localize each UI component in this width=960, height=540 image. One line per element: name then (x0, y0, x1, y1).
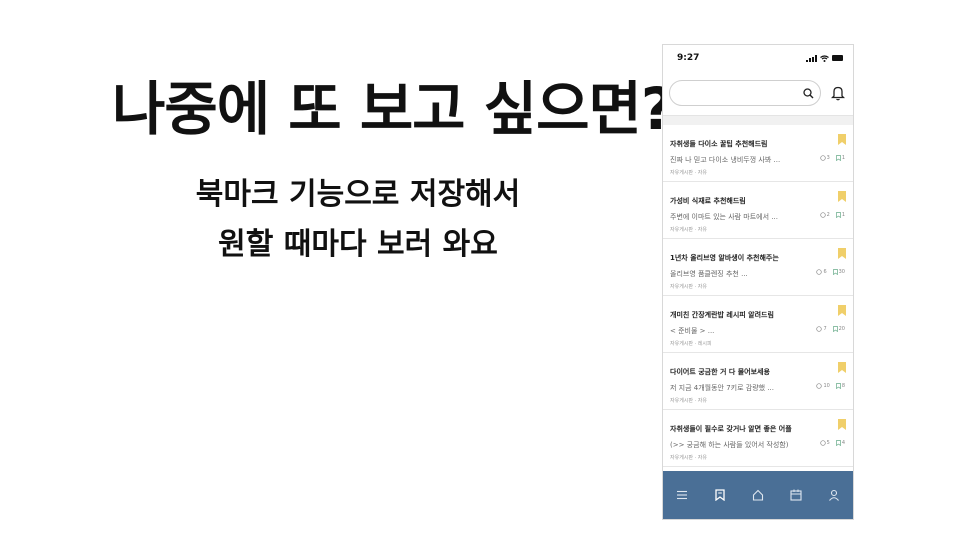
list-item[interactable]: 가성비 식재료 추천해드림 주변에 이마트 있는 사람 마트에서 ... 자유게… (663, 182, 853, 239)
bookmark-icon[interactable] (838, 305, 846, 316)
comment-count: 5 (826, 440, 830, 446)
post-title: 자취생들 다이소 꿀팁 추천해드림 (670, 140, 768, 148)
list-item[interactable]: 개미친 간장계란밥 레시피 알려드림 < 준비물 > ... 자유게시판 · 레… (663, 296, 853, 353)
post-stats: 2 1 (819, 212, 845, 218)
post-meta: 자유게시판 · 자유 (670, 170, 707, 176)
bell-icon[interactable] (831, 85, 845, 101)
status-time: 9:27 (677, 53, 700, 63)
search-row (663, 71, 853, 115)
bookmark-count-icon (832, 269, 838, 275)
bookmark-count: 1 (841, 155, 845, 161)
bookmark-count-icon (835, 155, 841, 161)
tab-bookmark[interactable] (710, 485, 730, 505)
bookmark-count-icon (832, 326, 838, 332)
comment-count: 6 (823, 269, 827, 275)
bookmark-count-icon (835, 440, 841, 446)
calendar-icon[interactable] (790, 489, 802, 501)
menu-icon[interactable] (676, 490, 688, 500)
post-title: 다이어트 궁금한 거 다 물어보세용 (670, 368, 770, 376)
post-title: 1년차 올리브영 알바생이 추천해주는 (670, 254, 779, 262)
tab-menu[interactable] (672, 485, 692, 505)
divider (663, 115, 853, 125)
post-meta: 자유게시판 · 레시피 (670, 341, 712, 347)
subtext-line-2: 원할 때마다 보러 와요 (218, 227, 498, 262)
subtext: 북마크 기능으로 저장해서 원할 때마다 보러 와요 (168, 170, 548, 270)
post-stats: 10 8 (816, 383, 845, 389)
comment-icon (816, 326, 823, 332)
list-item[interactable]: 자취생들 다이소 꿀팁 추천해드림 진짜 나 믿고 다이소 냉비두껑 사봐 ..… (663, 125, 853, 182)
battery-icon (832, 55, 843, 61)
notification-button[interactable] (831, 85, 845, 101)
bookmark-icon[interactable] (838, 419, 846, 430)
comment-icon (819, 212, 826, 218)
tab-calendar[interactable] (786, 485, 806, 505)
search-input[interactable] (669, 80, 821, 106)
post-title: 가성비 식재료 추천해드림 (670, 197, 746, 205)
post-title: 개미친 간장계란밥 레시피 알려드림 (670, 311, 774, 319)
bookmark-count: 20 (838, 326, 845, 332)
bookmark-count-icon (835, 212, 841, 218)
comment-icon (816, 383, 823, 389)
post-stats: 7 20 (816, 326, 845, 332)
subtext-line-1: 북마크 기능으로 저장해서 (195, 177, 521, 212)
tab-profile[interactable] (824, 485, 844, 505)
bookmark-count: 4 (841, 440, 845, 446)
post-stats: 6 30 (816, 269, 845, 275)
comment-icon (816, 269, 823, 275)
tab-home[interactable] (748, 485, 768, 505)
bottom-tab-bar (663, 471, 853, 519)
bookmark-count: 30 (838, 269, 845, 275)
post-meta: 자유게시판 · 자유 (670, 455, 707, 461)
bookmark-icon[interactable] (838, 134, 846, 145)
post-title: 자취생들이 필수로 갖거나 알면 좋은 어플 (670, 425, 792, 433)
list-item[interactable]: 1년차 올리브영 알바생이 추천해주는 올리브영 품클렌징 추천 ... 자유게… (663, 239, 853, 296)
comment-count: 10 (823, 383, 830, 389)
comment-count: 7 (823, 326, 827, 332)
home-icon[interactable] (752, 489, 764, 501)
bookmark-icon[interactable] (838, 191, 846, 202)
search-icon[interactable] (803, 87, 814, 99)
profile-icon[interactable] (828, 489, 840, 501)
comment-icon (819, 440, 826, 446)
list-item[interactable]: 자취생들이 필수로 갖거나 알면 좋은 어플 (>> 궁금해 하는 사람들 있어… (663, 410, 853, 467)
bookmark-icon[interactable] (838, 248, 846, 259)
comment-count: 3 (826, 155, 830, 161)
post-stats: 5 4 (819, 440, 845, 446)
signal-icon (806, 54, 817, 62)
bookmark-list: 자취생들 다이소 꿀팁 추천해드림 진짜 나 믿고 다이소 냉비두껑 사봐 ..… (663, 125, 853, 467)
bookmark-count: 8 (841, 383, 845, 389)
bookmark-icon[interactable] (715, 489, 725, 501)
list-item[interactable]: 다이어트 궁금한 거 다 물어보세용 저 지금 4개월동안 7키로 감량했 ..… (663, 353, 853, 410)
bookmark-icon[interactable] (838, 362, 846, 373)
post-meta: 자유게시판 · 자유 (670, 227, 707, 233)
status-icons (806, 54, 843, 62)
phone-mockup: 9:27 자취생들 다이소 꿀팁 추천해드림 진짜 나 믿고 다이소 냉비두껑 … (662, 44, 854, 520)
post-meta: 자유게시판 · 자유 (670, 398, 707, 404)
post-meta: 자유게시판 · 자유 (670, 284, 707, 290)
bookmark-count: 1 (841, 212, 845, 218)
comment-count: 2 (826, 212, 830, 218)
wifi-icon (820, 54, 829, 62)
status-bar: 9:27 (663, 45, 853, 71)
bookmark-count-icon (835, 383, 841, 389)
headline: 나중에 또 보고 싶으면? (112, 75, 674, 143)
comment-icon (819, 155, 826, 161)
post-stats: 3 1 (819, 155, 845, 161)
